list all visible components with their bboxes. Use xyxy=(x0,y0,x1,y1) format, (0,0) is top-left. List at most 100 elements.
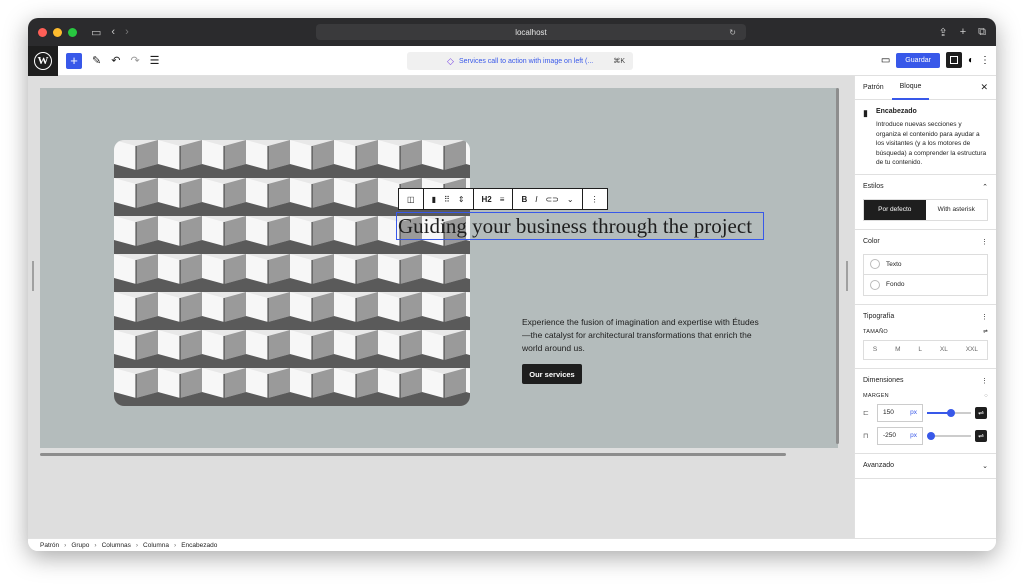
size-l[interactable]: L xyxy=(918,346,922,353)
color-text-label: Texto xyxy=(886,260,902,268)
address-bar[interactable]: localhost ↻ xyxy=(316,24,746,40)
close-icon[interactable]: ✕ xyxy=(980,82,988,93)
back-icon[interactable]: ‹ xyxy=(111,26,115,38)
move-up-down-icon[interactable]: ⇕ xyxy=(458,195,465,204)
parent-block-icon[interactable]: ◫ xyxy=(407,195,415,204)
breadcrumb-item[interactable]: Columna xyxy=(143,542,169,549)
typography-options-icon[interactable]: ⋮ xyxy=(981,313,988,321)
color-text-option[interactable]: Texto xyxy=(864,255,987,275)
breadcrumb-item[interactable]: Grupo xyxy=(71,542,89,549)
italic-button[interactable]: I xyxy=(535,195,537,204)
margin-vertical-input[interactable]: 150 px xyxy=(877,403,923,422)
dimensions-options-icon[interactable]: ⋮ xyxy=(981,377,988,385)
new-tab-icon[interactable]: + xyxy=(960,26,966,38)
size-m[interactable]: M xyxy=(895,346,900,353)
color-background-option[interactable]: Fondo xyxy=(864,275,987,295)
breadcrumb-item[interactable]: Patrón xyxy=(40,542,59,549)
canvas-resize-handle-left[interactable] xyxy=(32,261,34,291)
forward-icon[interactable]: › xyxy=(125,26,129,38)
margin-horizontal-row: ⊓ -250 px ⇌ xyxy=(863,426,988,445)
margin-horizontal-value: -250 xyxy=(883,432,897,439)
vertical-sides-icon: ⊏ xyxy=(863,409,869,417)
group-block[interactable]: Guiding your business through the projec… xyxy=(40,88,838,448)
editor-toolbar: W + ✎ ↶ ↷ ☰ ◇ Services call to action wi… xyxy=(28,45,996,76)
link-sides-icon[interactable]: ◌ xyxy=(984,393,988,399)
address-text: localhost xyxy=(515,27,547,37)
minimize-window-button[interactable] xyxy=(53,27,62,37)
margin-vertical-value: 150 xyxy=(883,409,894,416)
heading-level-button[interactable]: H2 xyxy=(482,195,492,204)
sidebar-tabs: Patrón Bloque ✕ xyxy=(855,76,996,100)
typography-title: Tipografía xyxy=(863,313,895,320)
size-s[interactable]: S xyxy=(873,346,877,353)
canvas-scrollbar-horizontal[interactable] xyxy=(40,453,786,456)
drag-handle-icon[interactable]: ⠿ xyxy=(444,195,450,204)
block-options-icon[interactable]: ⋮ xyxy=(591,195,599,204)
preview-icon[interactable]: ▭ xyxy=(881,55,890,66)
style-default-option[interactable]: Por defecto xyxy=(864,199,926,220)
redo-icon[interactable]: ↷ xyxy=(130,54,139,67)
advanced-title: Avanzado xyxy=(863,462,895,469)
chevron-up-icon[interactable]: ⌃ xyxy=(982,183,988,191)
block-inserter-button[interactable]: + xyxy=(66,52,82,69)
command-palette-bar[interactable]: ◇ Services call to action with image on … xyxy=(407,52,633,70)
maximize-window-button[interactable] xyxy=(68,27,77,37)
close-window-button[interactable] xyxy=(38,27,47,37)
horizontal-sides-icon: ⊓ xyxy=(863,432,869,440)
tab-pattern[interactable]: Patrón xyxy=(855,76,892,100)
our-services-button[interactable]: Our services xyxy=(522,364,582,384)
breadcrumb-separator-icon: › xyxy=(135,541,139,549)
margin-vertical-unit[interactable]: px xyxy=(910,409,917,416)
margin-horizontal-input[interactable]: -250 px xyxy=(877,426,923,445)
custom-value-icon[interactable]: ⇌ xyxy=(975,429,987,442)
more-options-icon[interactable]: ⋮ xyxy=(980,55,990,66)
size-xl[interactable]: XL xyxy=(940,346,948,353)
pen-tool-icon[interactable]: ✎ xyxy=(92,54,101,67)
margin-vertical-row: ⊏ 150 px ⇌ xyxy=(863,403,988,422)
settings-sidebar-icon[interactable] xyxy=(945,52,962,68)
browser-chrome: ▭ ‹ › localhost ↻ ⇪ + ⧉ xyxy=(28,18,996,46)
reload-icon[interactable]: ↻ xyxy=(729,28,736,37)
block-card: ▮ Encabezado Introduce nuevas secciones … xyxy=(855,100,996,175)
bookmark-icon[interactable]: ▮ xyxy=(432,195,436,204)
styles-icon[interactable]: ◐ xyxy=(968,55,974,66)
swatch-icon xyxy=(870,279,880,290)
sidebar-toggle-icon[interactable]: ▭ xyxy=(91,26,101,39)
document-overview-icon[interactable]: ☰ xyxy=(150,54,160,67)
custom-size-icon[interactable]: ⇌ xyxy=(983,329,988,335)
chevron-down-icon[interactable]: ⌄ xyxy=(567,195,574,204)
canvas-scrollbar-vertical[interactable] xyxy=(836,88,839,444)
undo-icon[interactable]: ↶ xyxy=(111,54,120,67)
settings-sidebar: Patrón Bloque ✕ ▮ Encabezado Introduce n… xyxy=(854,76,996,538)
align-text-icon[interactable]: ≡ xyxy=(500,195,505,204)
tabs-overview-icon[interactable]: ⧉ xyxy=(978,26,986,39)
pattern-diamond-icon: ◇ xyxy=(447,55,454,66)
heading[interactable]: Guiding your business through the projec… xyxy=(398,214,752,239)
wordpress-logo-icon[interactable]: W xyxy=(28,45,58,76)
color-background-label: Fondo xyxy=(886,281,905,288)
share-icon[interactable]: ⇪ xyxy=(938,26,947,39)
link-icon[interactable]: ⊂⊃ xyxy=(545,195,558,204)
color-panel: Color ⋮ Texto Fondo xyxy=(855,230,996,305)
margin-vertical-slider[interactable] xyxy=(927,408,971,417)
editor-canvas: Guiding your business through the projec… xyxy=(28,76,854,538)
size-xxl[interactable]: XXL xyxy=(966,346,978,353)
save-button[interactable]: Guardar xyxy=(896,52,940,68)
margin-horizontal-slider[interactable] xyxy=(927,431,971,440)
architecture-image[interactable] xyxy=(114,140,470,406)
breadcrumb-item[interactable]: Encabezado xyxy=(181,542,217,549)
canvas-resize-handle-right[interactable] xyxy=(846,261,848,291)
style-asterisk-option[interactable]: With asterisk xyxy=(926,200,988,220)
chevron-down-icon[interactable]: ⌄ xyxy=(982,462,988,470)
advanced-panel[interactable]: Avanzado ⌄ xyxy=(855,454,996,479)
custom-value-icon[interactable]: ⇌ xyxy=(975,406,987,419)
shortcut-hint: ⌘K xyxy=(613,58,625,65)
breadcrumb: Patrón › Grupo › Columnas › Columna › En… xyxy=(28,538,996,551)
bold-button[interactable]: B xyxy=(521,195,527,204)
paragraph[interactable]: Experience the fusion of imagination and… xyxy=(522,316,767,355)
margin-horizontal-unit[interactable]: px xyxy=(910,432,917,439)
dimensions-panel: Dimensiones ⋮ MARGEN ◌ ⊏ 150 px ⇌ ⊓ -250… xyxy=(855,369,996,454)
color-options-icon[interactable]: ⋮ xyxy=(981,238,988,246)
tab-block[interactable]: Bloque xyxy=(891,76,930,100)
breadcrumb-item[interactable]: Columnas xyxy=(102,542,131,549)
